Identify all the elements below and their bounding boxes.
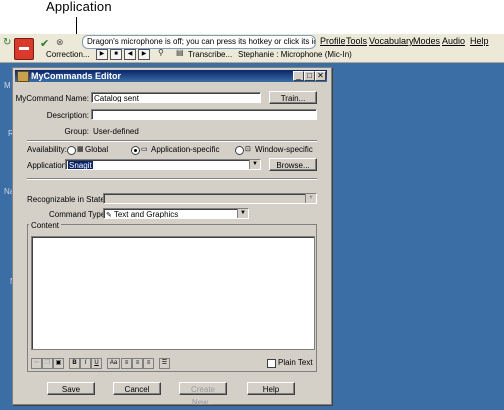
microphone-icon[interactable] [14, 38, 34, 60]
transcribe-icon[interactable]: ▤ [176, 48, 184, 57]
transcribe-button[interactable]: Transcribe... [188, 49, 232, 60]
rewind-icon[interactable]: ◀ [124, 49, 136, 60]
minimize-icon[interactable]: _ [293, 71, 304, 81]
global-icon: ▦ [77, 146, 84, 153]
align-right-icon[interactable]: ≡ [143, 358, 154, 369]
play-icon[interactable]: ▶ [96, 49, 108, 60]
forward-icon[interactable]: ▶ [138, 49, 150, 60]
paste-icon[interactable]: ▣ [53, 358, 64, 369]
recognizable-label: Recognizable in States: [27, 195, 112, 204]
command-name-label: MyCommand Name: [15, 94, 89, 103]
align-center-icon[interactable]: ≡ [132, 358, 143, 369]
command-type-label: Command Type: [49, 210, 108, 219]
content-label: Content [29, 220, 62, 231]
content-editor[interactable] [31, 236, 315, 350]
radio-application-specific-label[interactable]: Application-specific [151, 144, 219, 155]
maximize-icon[interactable]: □ [304, 71, 315, 81]
menu-help[interactable]: Help [470, 35, 489, 47]
align-left-icon[interactable]: ≡ [121, 358, 132, 369]
underline-button[interactable]: U [91, 358, 102, 369]
user-status: Stephanie : Microphone (Mic-In) [238, 50, 352, 59]
bold-button[interactable]: B [69, 358, 80, 369]
divider [27, 178, 317, 180]
application-dropdown[interactable]: Snagit ▼ [65, 159, 261, 170]
correction-button[interactable]: Correction... [46, 49, 90, 60]
mycommands-editor-dialog: MyCommands Editor _ □ ✕ MyCommand Name: … [12, 67, 332, 407]
radio-application-specific[interactable] [131, 146, 140, 155]
dragon-toolbar: ↻ ✔ ⊗ Dragon's microphone is off; you ca… [0, 34, 504, 63]
cut-icon[interactable]: ✂ [31, 358, 42, 369]
close-icon[interactable]: ✕ [315, 71, 326, 81]
help-button[interactable]: Help [247, 382, 295, 395]
menu-modes[interactable]: Modes [413, 35, 440, 47]
desktop-text: M [4, 81, 11, 90]
create-new-button[interactable]: Create New... [179, 382, 227, 407]
menu-audio[interactable]: Audio [442, 35, 465, 47]
plain-text-label[interactable]: Plain Text [278, 357, 313, 368]
plain-text-checkbox[interactable] [267, 359, 276, 368]
radio-global-label[interactable]: Global [85, 144, 108, 155]
train-button[interactable]: Train... [269, 91, 317, 104]
chevron-down-icon[interactable]: ▼ [237, 209, 248, 218]
window-lock-icon: ⊡ [245, 146, 251, 153]
availability-label: Availability: [27, 145, 67, 154]
recognizable-dropdown[interactable]: ▼ [103, 193, 317, 204]
radio-window-specific-label[interactable]: Window-specific [255, 144, 313, 155]
dialog-app-icon [17, 71, 29, 82]
application-label: Application: [27, 161, 69, 170]
group-value: User-defined [93, 127, 139, 136]
group-label: Group: [64, 127, 89, 136]
italic-button[interactable]: I [80, 358, 91, 369]
close-circle-icon[interactable]: ⊗ [56, 37, 64, 48]
save-button[interactable]: Save [47, 382, 95, 395]
command-type-dropdown[interactable]: ✎ Text and Graphics ▼ [103, 208, 249, 219]
menu-vocabulary[interactable]: Vocabulary [369, 35, 414, 47]
description-label: Description: [46, 111, 89, 120]
dialog-titlebar[interactable]: MyCommands Editor _ □ ✕ [15, 70, 327, 82]
radio-global[interactable] [67, 146, 76, 155]
browse-button[interactable]: Browse... [269, 158, 317, 171]
dragon-message-box: Dragon's microphone is off; you can pres… [82, 35, 316, 49]
cancel-button[interactable]: Cancel [113, 382, 161, 395]
copy-icon[interactable]: ❐ [42, 358, 53, 369]
stop-icon[interactable]: ■ [110, 49, 122, 60]
chevron-down-icon[interactable]: ▼ [249, 160, 260, 169]
chevron-down-icon[interactable]: ▼ [305, 194, 316, 203]
application-window-icon: ▭ [141, 146, 148, 153]
bullet-list-icon[interactable]: ☰ [159, 358, 170, 369]
annotation-label: Application [46, 0, 112, 14]
dragon-arrow-icon[interactable]: ↻ [3, 37, 11, 48]
menu-tools[interactable]: Tools [346, 35, 367, 47]
application-value: Snagit [68, 161, 93, 170]
command-type-value: Text and Graphics [113, 210, 179, 219]
description-input[interactable] [91, 109, 317, 120]
radio-window-specific[interactable] [235, 146, 244, 155]
command-name-input[interactable]: Catalog sent [91, 92, 261, 103]
divider [27, 140, 317, 142]
dialog-title: MyCommands Editor [31, 71, 122, 81]
text-graphics-icon: ✎ [106, 212, 114, 219]
tree-icon[interactable]: ⚲ [158, 48, 164, 57]
font-button[interactable]: Aa [107, 358, 120, 369]
menu-profile[interactable]: Profile [320, 35, 346, 47]
